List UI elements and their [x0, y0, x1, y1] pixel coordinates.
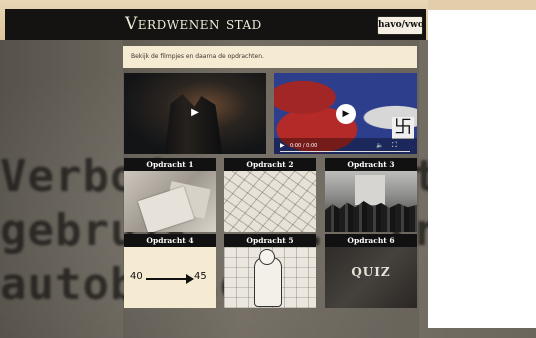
- control-play-icon[interactable]: ▶: [280, 142, 285, 149]
- tile-label: Opdracht 2: [224, 158, 316, 171]
- instruction-text: Bekijk de filmpjes en daarna de opdracht…: [123, 46, 417, 68]
- play-icon[interactable]: ▶: [186, 104, 204, 122]
- tile-opdracht-2[interactable]: Opdracht 2: [224, 158, 316, 232]
- fullscreen-icon[interactable]: ⛶: [392, 141, 397, 150]
- progress-track[interactable]: [280, 151, 410, 152]
- page-title: Verdwenen stad: [125, 14, 262, 34]
- header-bar: Verdwenen stad havo/vwo: [5, 9, 426, 40]
- tile-image-quiz: QUIZ: [325, 247, 417, 308]
- video-thumbnail-figures: [165, 94, 223, 154]
- tile-image-illustration: [224, 247, 316, 308]
- level-button[interactable]: havo/vwo: [377, 16, 424, 35]
- tile-opdracht-5[interactable]: Opdracht 5: [224, 234, 316, 308]
- arrow-head-icon: [186, 274, 194, 284]
- tile-image-timeline: 40 45: [124, 247, 216, 308]
- tile-opdracht-3[interactable]: Opdracht 3: [325, 158, 417, 232]
- tile-label: Opdracht 4: [124, 234, 216, 247]
- tile-image-crowd-photo: [325, 171, 417, 232]
- document-paper: [137, 186, 195, 232]
- tile-image-documents: [124, 171, 216, 232]
- swastika-flag-icon: 卐: [392, 117, 414, 139]
- corner-strip: [428, 0, 536, 10]
- video-player-1[interactable]: ▶: [124, 73, 266, 154]
- illustration-head: [259, 249, 275, 265]
- quiz-text: QUIZ: [351, 265, 391, 279]
- volume-icon[interactable]: 🔈: [376, 142, 383, 149]
- tile-image-city-map: [224, 171, 316, 232]
- video-controls: ▶ 0:00 / 0:00 🔈 ⛶: [274, 138, 417, 154]
- timeline-end: 45: [194, 271, 207, 282]
- video-player-2[interactable]: 卐 ▶ ▶ 0:00 / 0:00 🔈 ⛶: [274, 73, 417, 154]
- arrow-icon: [146, 278, 188, 280]
- tile-opdracht-1[interactable]: Opdracht 1: [124, 158, 216, 232]
- timeline-start: 40: [130, 271, 143, 282]
- video-time: 0:00 / 0:00: [290, 143, 318, 149]
- tile-label: Opdracht 1: [124, 158, 216, 171]
- tile-label: Opdracht 6: [325, 234, 417, 247]
- tile-label: Opdracht 5: [224, 234, 316, 247]
- side-blank-panel: [428, 10, 536, 328]
- tile-opdracht-6[interactable]: Opdracht 6 QUIZ: [325, 234, 417, 308]
- tile-opdracht-4[interactable]: Opdracht 4 40 45: [124, 234, 216, 308]
- photo-building: [355, 175, 385, 205]
- photo-crowd: [325, 201, 417, 232]
- play-icon[interactable]: ▶: [336, 104, 356, 124]
- tile-label: Opdracht 3: [325, 158, 417, 171]
